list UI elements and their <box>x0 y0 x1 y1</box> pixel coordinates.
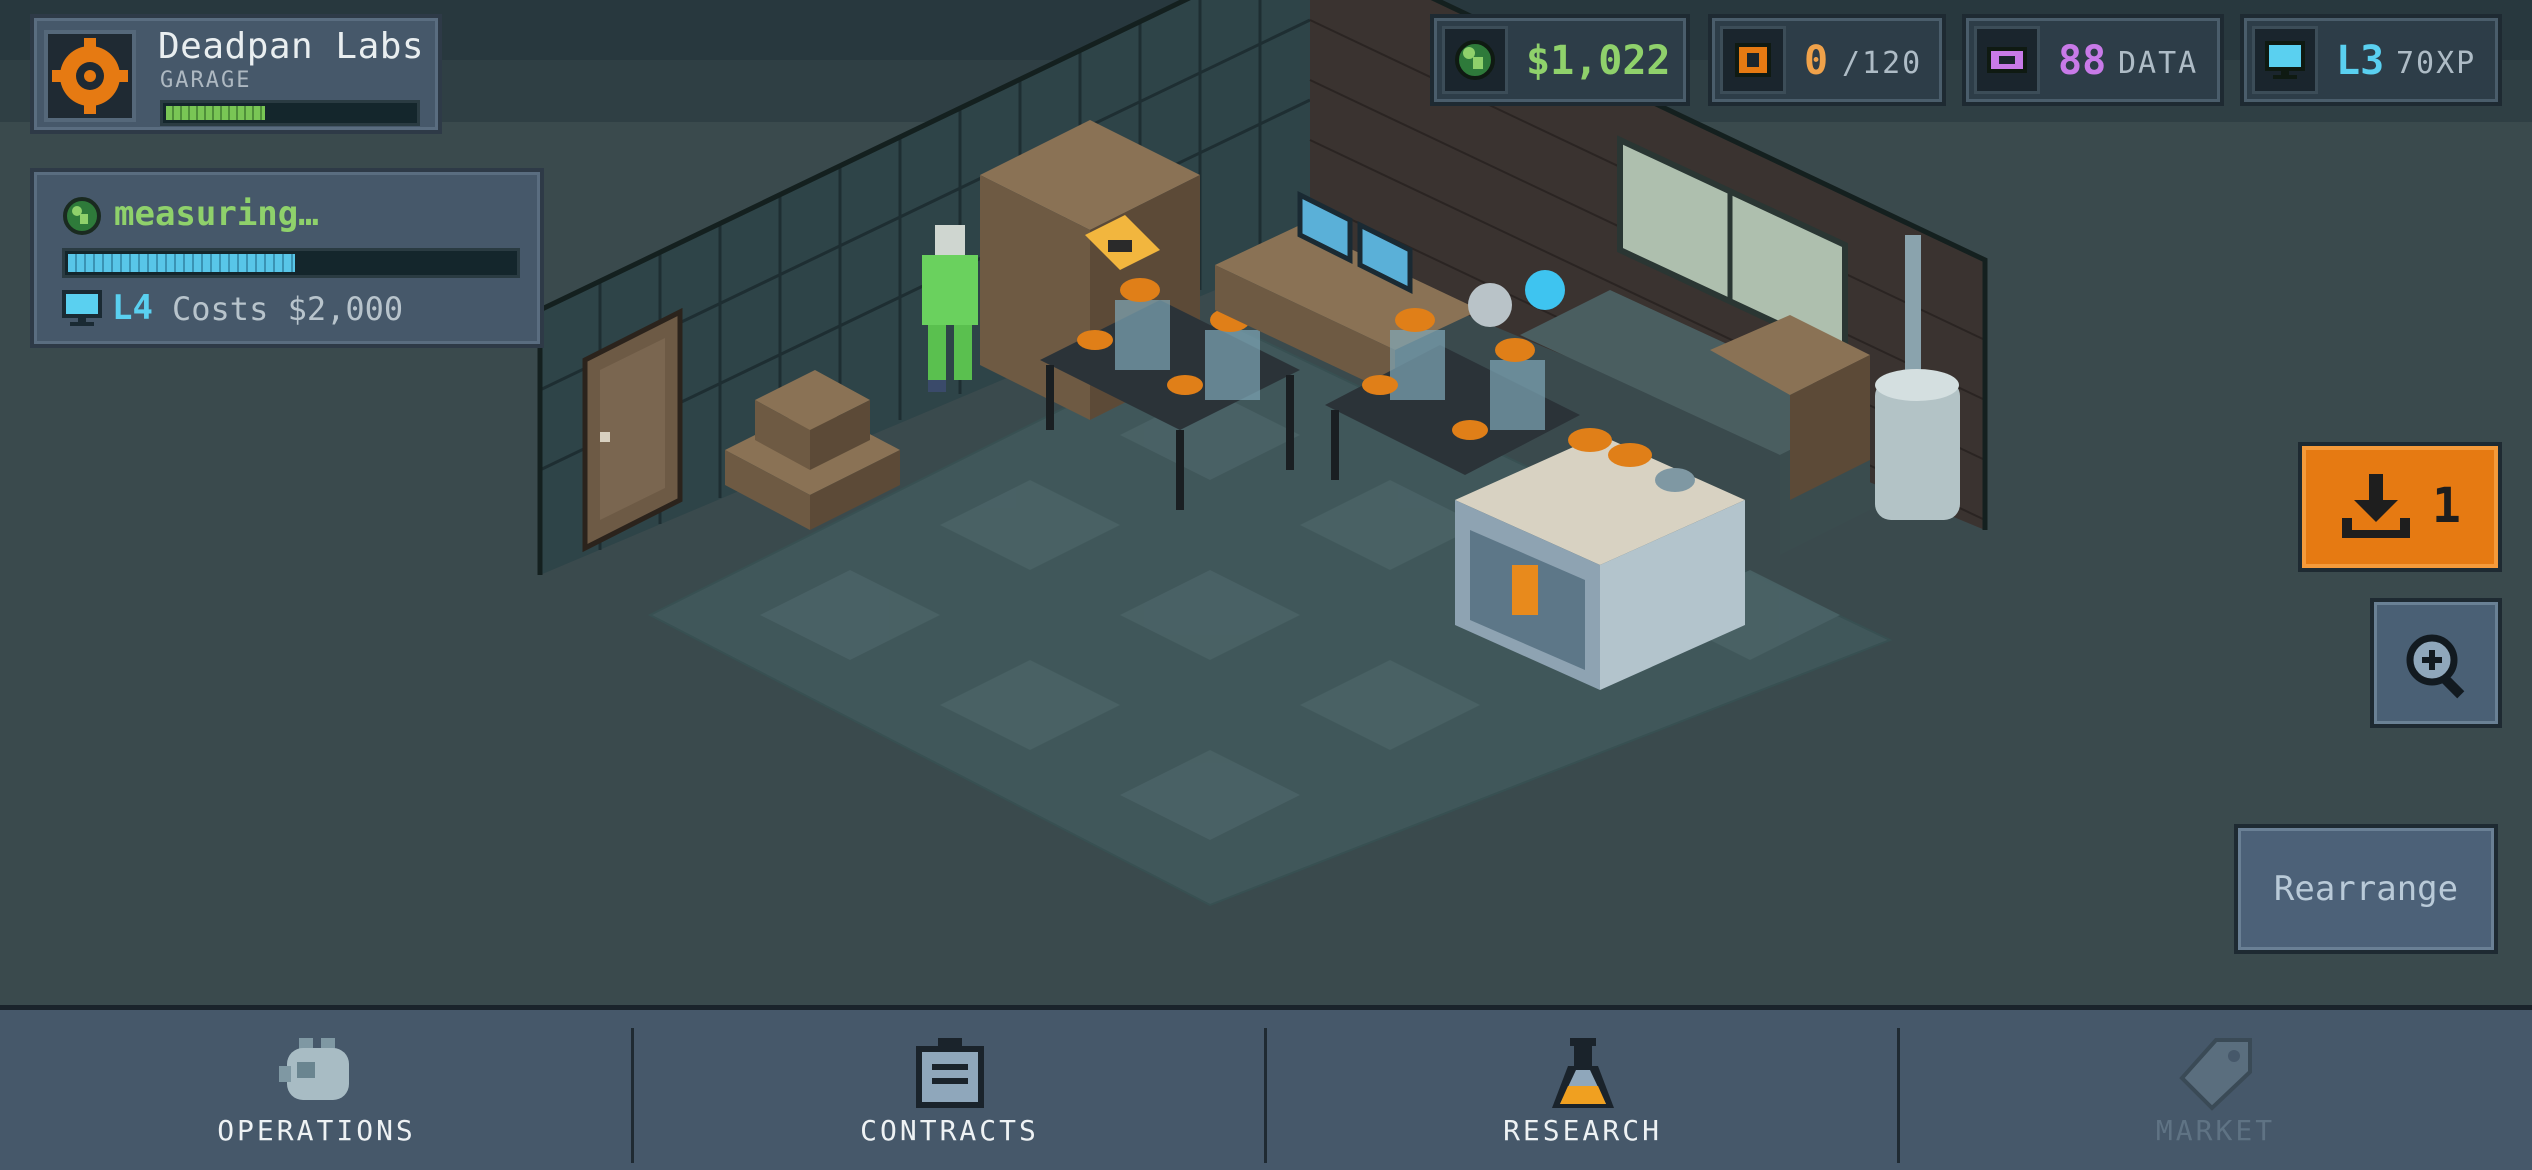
nav-label-research: RESEARCH <box>1503 1114 1662 1147</box>
studio-location: GARAGE <box>160 68 252 93</box>
import-button[interactable]: 1 <box>2298 442 2502 572</box>
isometric-lab-scene[interactable] <box>0 0 2532 1005</box>
crate-icon <box>1720 26 1786 94</box>
task-level: L4 <box>112 288 153 328</box>
clipboard-icon <box>915 1038 984 1108</box>
nav-research[interactable]: RESEARCH <box>1266 1010 1899 1170</box>
money-counter[interactable]: $1,022 <box>1430 14 1690 106</box>
task-cost: Costs $2,000 <box>172 290 404 328</box>
xp-level: L3 <box>2336 38 2385 84</box>
bottom-nav: OPERATIONS CONTRACTS RESEARCH MARKET <box>0 1005 2532 1170</box>
rearrange-button[interactable]: Rearrange <box>2234 824 2498 954</box>
monitor-icon <box>62 290 102 326</box>
zoom-in-icon <box>2406 634 2465 699</box>
xp-points: 70XP <box>2396 46 2477 81</box>
flask-icon <box>1551 1038 1614 1108</box>
xp-counter[interactable]: L3 70XP <box>2240 14 2502 106</box>
nav-label-operations: OPERATIONS <box>217 1114 416 1147</box>
gear-logo-icon <box>52 38 128 114</box>
task-status: measuring… <box>114 194 319 234</box>
data-counter[interactable]: 88 DATA <box>1962 14 2224 106</box>
studio-progress-bar <box>160 100 420 126</box>
nav-label-market: MARKET <box>2155 1114 2276 1147</box>
import-count: 1 <box>2432 478 2461 534</box>
studio-card[interactable]: Deadpan Labs GARAGE <box>30 14 442 134</box>
task-progress-fill <box>68 254 296 272</box>
studio-progress-fill <box>166 106 266 120</box>
storage-capacity: /120 <box>1842 46 1923 81</box>
nav-label-contracts: CONTRACTS <box>860 1114 1039 1147</box>
data-chip-icon <box>1974 26 2040 94</box>
operations-icon <box>278 1038 349 1100</box>
storage-value: 0 <box>1804 38 1829 84</box>
download-icon <box>2342 474 2410 538</box>
zoom-in-button[interactable] <box>2370 598 2502 728</box>
nav-market[interactable]: MARKET <box>1899 1010 2532 1170</box>
task-progress-bar <box>62 248 520 278</box>
nav-contracts[interactable]: CONTRACTS <box>633 1010 1266 1170</box>
data-value: 88 <box>2058 38 2107 84</box>
research-task-card[interactable]: measuring… L4 Costs $2,000 <box>30 168 544 348</box>
nav-operations[interactable]: OPERATIONS <box>0 1010 633 1170</box>
monitor-icon <box>2252 26 2318 94</box>
studio-avatar <box>44 30 136 122</box>
storage-counter[interactable]: 0 /120 <box>1708 14 1946 106</box>
studio-name: Deadpan Labs <box>158 26 425 67</box>
money-value: $1,022 <box>1526 38 1671 84</box>
data-unit: DATA <box>2118 46 2199 81</box>
globe-coin-icon <box>63 197 101 235</box>
globe-coin-icon <box>1442 26 1508 94</box>
tag-icon <box>2178 1038 2252 1111</box>
